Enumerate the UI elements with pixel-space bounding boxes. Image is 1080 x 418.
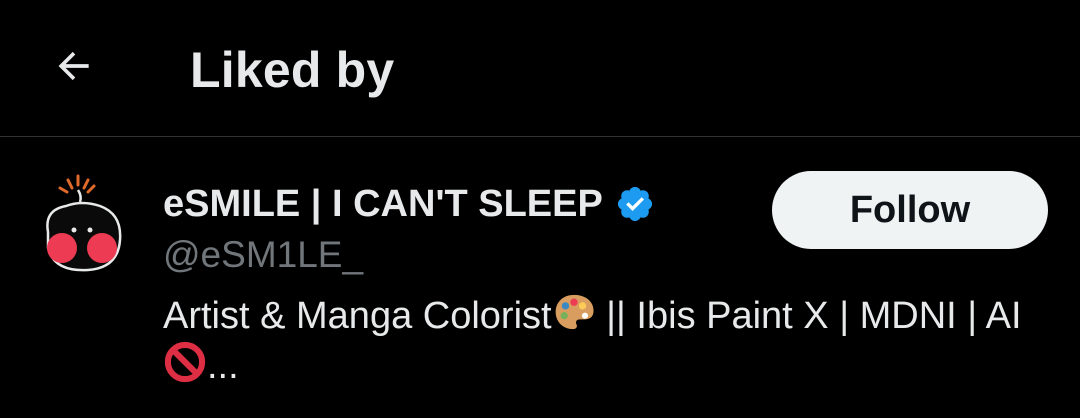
- page-title: Liked by: [190, 42, 395, 98]
- bio-text-2: || Ibis Paint X | MDNI | AI: [595, 295, 1022, 337]
- back-button[interactable]: [44, 36, 104, 96]
- arrow-left-icon: [58, 51, 89, 81]
- user-handle: @eSM1LE_: [163, 234, 364, 275]
- prohibited-icon: [164, 341, 206, 383]
- bio-text-1: Artist & Manga Colorist: [163, 295, 552, 337]
- avatar[interactable]: [38, 168, 126, 280]
- verified-badge-icon: [617, 186, 652, 222]
- palette-icon: [555, 294, 594, 330]
- display-name-row[interactable]: eSMILE | I CAN'T SLEEP: [163, 180, 655, 228]
- bio-text-3: ...: [207, 345, 239, 387]
- avatar-image: [46, 174, 122, 272]
- user-bio: Artist & Manga Colorist || Ibis Paint X …: [163, 290, 1063, 390]
- user-cell[interactable]: eSMILE | I CAN'T SLEEP @eSM1LE_ Artist &…: [0, 138, 1080, 418]
- display-name: eSMILE | I CAN'T SLEEP: [163, 183, 603, 225]
- top-bar: Liked by: [0, 0, 1080, 137]
- follow-button[interactable]: Follow: [772, 171, 1048, 249]
